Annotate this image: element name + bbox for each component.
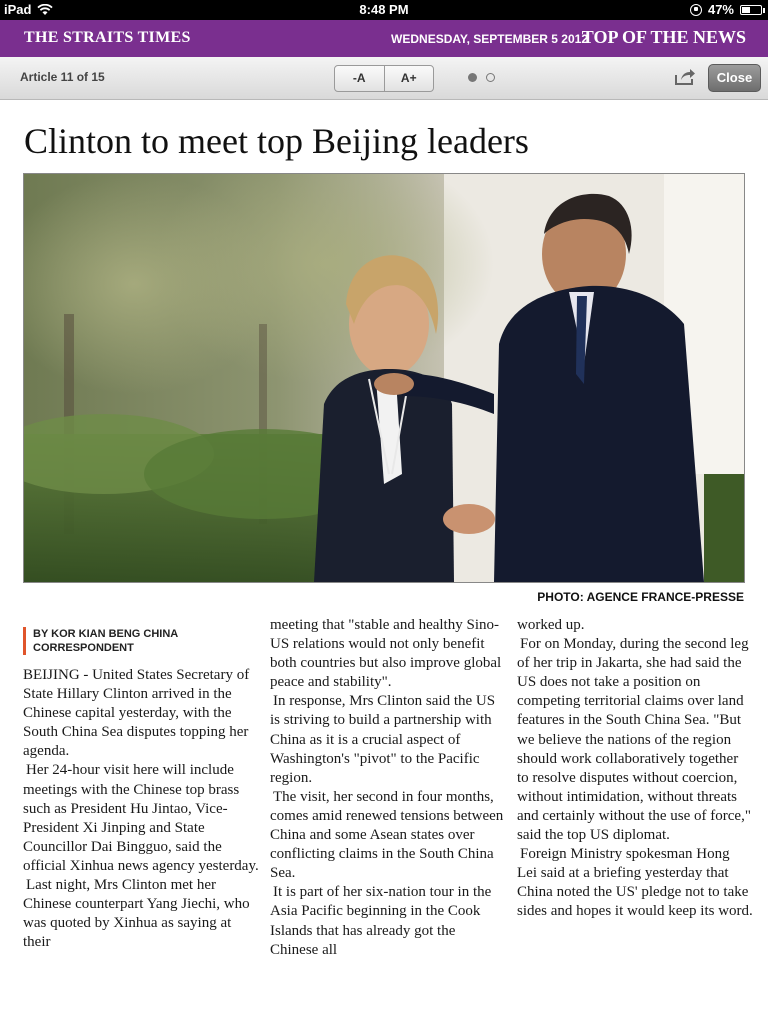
battery-level-fill bbox=[742, 6, 750, 13]
font-increase-button[interactable]: A+ bbox=[383, 66, 434, 91]
paragraph: meeting that "stable and healthy Sino-US… bbox=[270, 617, 502, 691]
status-right: 47% bbox=[689, 2, 765, 17]
article-column-1: BY KOR KIAN BENG CHINA CORRESPONDENT BEI… bbox=[23, 616, 259, 952]
article-byline: BY KOR KIAN BENG CHINA CORRESPONDENT bbox=[23, 627, 259, 655]
close-button[interactable]: Close bbox=[708, 64, 761, 92]
battery-icon bbox=[740, 4, 765, 15]
article-headline: Clinton to meet top Beijing leaders bbox=[24, 121, 529, 161]
share-icon[interactable] bbox=[674, 68, 696, 86]
paragraph: Foreign Ministry spokesman Hong Lei said… bbox=[517, 846, 753, 920]
paragraph: The visit, her second in four months, co… bbox=[270, 788, 504, 882]
page-dot-active[interactable] bbox=[468, 73, 477, 82]
photo-credit: PHOTO: AGENCE FRANCE-PRESSE bbox=[537, 590, 744, 604]
font-size-control: -A A+ bbox=[334, 65, 434, 92]
paragraph: For on Monday, during the second leg of … bbox=[517, 636, 751, 844]
font-decrease-button[interactable]: -A bbox=[335, 66, 384, 91]
photo-scene bbox=[24, 174, 744, 582]
article-column-3: worked up. For on Monday, during the sec… bbox=[517, 616, 753, 922]
page-indicator[interactable] bbox=[468, 73, 495, 82]
status-time: 8:48 PM bbox=[359, 2, 409, 17]
masthead: THE STRAITS TIMES WEDNESDAY, SEPTEMBER 5… bbox=[0, 20, 768, 57]
paragraph: In response, Mrs Clinton said the US is … bbox=[270, 693, 496, 786]
article-photo bbox=[23, 173, 745, 583]
article-toolbar: Article 11 of 15 -A A+ Close bbox=[0, 57, 768, 100]
paragraph: worked up. bbox=[517, 617, 585, 633]
paragraph: Last night, Mrs Clinton met her Chinese … bbox=[23, 877, 250, 951]
paragraph: It is part of her six-nation tour in the… bbox=[270, 884, 492, 958]
paragraph: BEIJING - United States Secretary of Sta… bbox=[23, 667, 250, 760]
article-column-2: meeting that "stable and healthy Sino-US… bbox=[270, 616, 506, 960]
page-dot-inactive[interactable] bbox=[486, 73, 495, 82]
status-bar: iPad 8:48 PM 47% bbox=[0, 0, 768, 20]
section-title: TOP OF THE NEWS bbox=[581, 27, 746, 47]
edition-date: WEDNESDAY, SEPTEMBER 5 2012 bbox=[391, 32, 588, 46]
paragraph: Her 24-hour visit here will include meet… bbox=[23, 762, 259, 874]
rotation-lock-icon bbox=[689, 3, 702, 16]
article-counter: Article 11 of 15 bbox=[20, 70, 105, 84]
publication-logo: THE STRAITS TIMES bbox=[24, 29, 191, 46]
battery-percent: 47% bbox=[707, 2, 734, 17]
